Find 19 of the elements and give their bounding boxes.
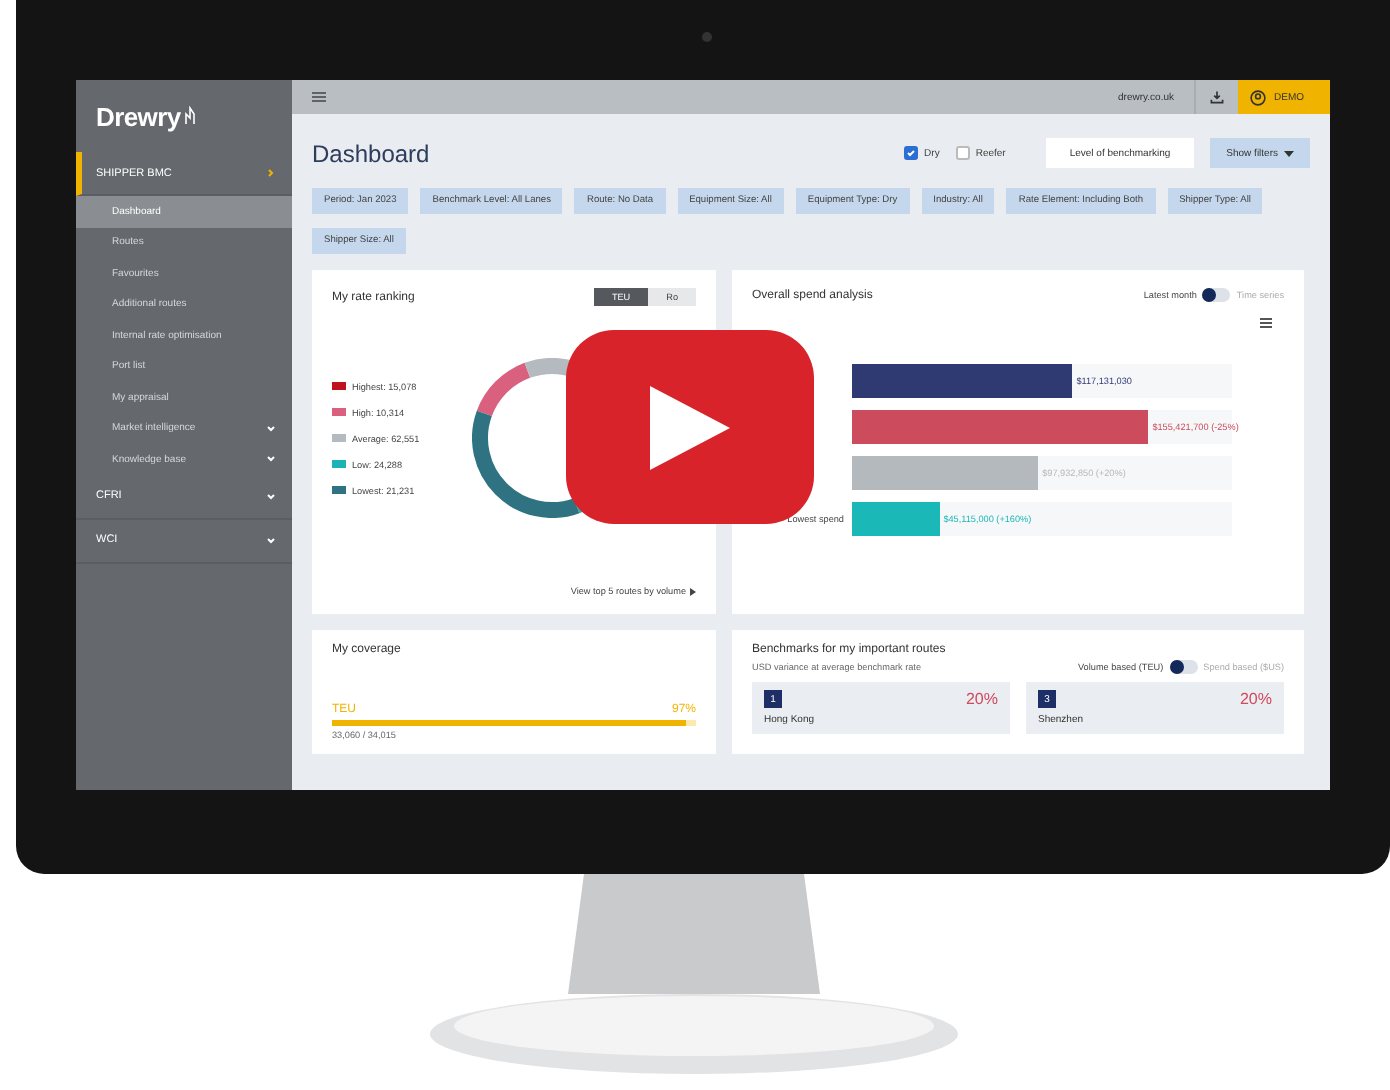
download-icon[interactable] bbox=[1210, 90, 1224, 104]
menu-icon[interactable] bbox=[312, 92, 326, 102]
menu-icon[interactable] bbox=[1260, 318, 1272, 328]
check-icon bbox=[906, 148, 917, 158]
logo-mark-icon bbox=[184, 106, 197, 126]
chevron-icon bbox=[266, 168, 276, 178]
basis-toggle[interactable] bbox=[1169, 660, 1198, 674]
chevron-icon bbox=[266, 535, 276, 545]
play-button[interactable] bbox=[566, 330, 814, 524]
caret-icon bbox=[1284, 149, 1294, 157]
logo-text: Drewry bbox=[96, 101, 181, 131]
variance-percent: 20% bbox=[965, 690, 998, 708]
page-title: Dashboard bbox=[312, 139, 430, 167]
variance-percent: 20% bbox=[1239, 690, 1272, 708]
caret-icon bbox=[690, 587, 696, 595]
view-toggle[interactable] bbox=[1202, 288, 1231, 302]
camera-dot bbox=[702, 32, 712, 42]
user-icon bbox=[1250, 89, 1266, 105]
chevron-icon bbox=[266, 491, 276, 501]
